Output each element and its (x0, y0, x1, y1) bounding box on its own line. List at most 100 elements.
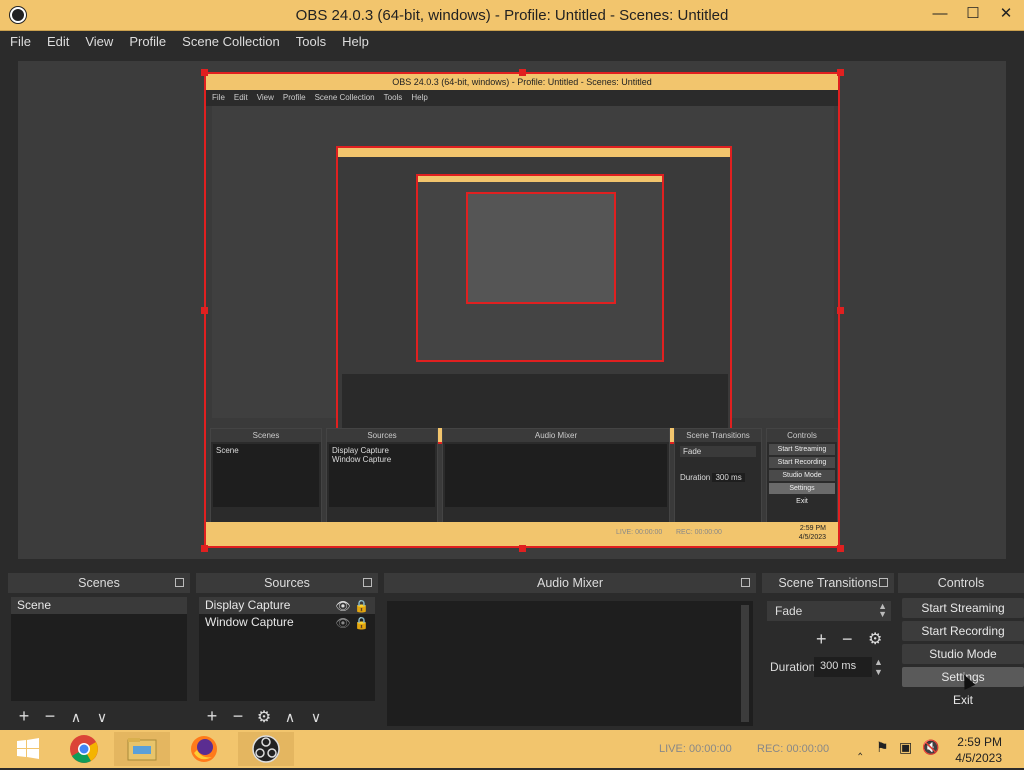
gear-icon[interactable]: ⚙ (251, 706, 277, 730)
nested-title: OBS 24.0.3 (64-bit, windows) - Profile: … (206, 74, 838, 90)
transition-select[interactable]: Fade ▲ ▼ (767, 601, 891, 621)
nested-transition-area: Fade Duration 300 ms (677, 444, 759, 507)
move-down-icon[interactable]: ∨ (303, 705, 329, 729)
start-streaming-button[interactable]: Start Streaming (902, 598, 1024, 618)
float-icon[interactable] (741, 578, 750, 587)
spinner-icon[interactable]: ▲ ▼ (874, 657, 883, 677)
live-status: LIVE: 00:00:00 (659, 743, 732, 755)
resize-handle[interactable] (519, 69, 526, 76)
float-icon[interactable] (175, 578, 184, 587)
resize-handle[interactable] (837, 307, 844, 314)
source-list[interactable]: Display Capture 👁 🔒 Window Capture 👁 🔒 (199, 597, 375, 701)
resize-handle[interactable] (519, 545, 526, 552)
scene-list[interactable]: Scene (11, 597, 187, 701)
audio-mixer-header-label: Audio Mixer (537, 576, 603, 590)
menu-edit[interactable]: Edit (37, 31, 75, 49)
move-down-icon[interactable]: ∨ (89, 705, 115, 729)
float-icon[interactable] (879, 578, 888, 587)
sources-header-label: Sources (264, 576, 310, 590)
gear-icon[interactable]: ⚙ (868, 629, 882, 649)
network-icon[interactable]: ▣ (899, 739, 912, 756)
nested-mixer-dock: Audio Mixer (442, 428, 670, 524)
move-up-icon[interactable]: ∧ (277, 705, 303, 729)
menu-tools[interactable]: Tools (286, 31, 332, 49)
chevron-up-icon[interactable]: ‸ (858, 740, 862, 756)
nested-source-list: Display Capture Window Capture (329, 444, 435, 507)
nested-live-status: LIVE: 00:00:00 (616, 529, 663, 536)
nested-dock-header: Audio Mixer (443, 429, 669, 442)
resize-handle[interactable] (201, 69, 208, 76)
start-recording-button[interactable]: Start Recording (902, 621, 1024, 641)
add-icon[interactable]: + (11, 704, 37, 728)
nested-menu-item: View (256, 93, 274, 102)
scene-transitions-header: Scene Transitions (762, 573, 894, 593)
mixer-scrollbar[interactable] (741, 605, 749, 722)
nested-control-button: Settings (769, 483, 835, 494)
menu-file[interactable]: File (0, 31, 37, 49)
nested-scene-list: Scene (213, 444, 319, 507)
add-icon[interactable]: + (816, 629, 827, 650)
controls-header-label: Controls (937, 576, 985, 590)
scenes-header: Scenes (8, 573, 190, 593)
sources-toolbar: + − ⚙ ∧ ∨ (199, 704, 329, 728)
file-explorer-icon[interactable] (114, 732, 170, 766)
nested-source-item: Window Capture (332, 455, 392, 464)
windows-start-icon[interactable] (0, 732, 56, 766)
move-up-icon[interactable]: ∧ (63, 705, 89, 729)
menu-help[interactable]: Help (332, 31, 375, 49)
lock-icon[interactable]: 🔒 (354, 599, 369, 613)
source-item-window-capture[interactable]: Window Capture 👁 🔒 (199, 614, 375, 631)
add-icon[interactable]: + (199, 704, 225, 728)
obs-taskbar-icon[interactable] (238, 732, 294, 766)
scene-item[interactable]: Scene (11, 597, 187, 614)
menu-view[interactable]: View (75, 31, 119, 49)
nested-controls-dock: Controls Start Streaming Start Recording… (766, 428, 838, 524)
sources-dock: Sources Display Capture 👁 🔒 Window Captu… (196, 573, 378, 730)
nested-menu-item: File (212, 93, 225, 102)
remove-icon[interactable]: − (37, 704, 63, 728)
scenes-dock: Scenes Scene + − ∧ ∨ (8, 573, 190, 730)
clock-date: 4/5/2023 (955, 751, 1002, 765)
resize-handle[interactable] (201, 307, 208, 314)
resize-handle[interactable] (837, 69, 844, 76)
nested-dock-header: Controls (767, 429, 837, 442)
duration-input[interactable]: 300 ms (814, 657, 872, 677)
nested-menu-item: Help (411, 93, 428, 102)
resize-handle[interactable] (837, 545, 844, 552)
source-item-display-capture[interactable]: Display Capture 👁 🔒 (199, 597, 375, 614)
nested-dock-header: Scene Transitions (675, 429, 761, 442)
clock-time: 2:59 PM (957, 735, 1002, 749)
firefox-icon[interactable] (176, 732, 232, 766)
flag-icon[interactable]: ⚑ (876, 739, 889, 756)
maximize-button[interactable]: ☐ (960, 3, 986, 25)
lock-icon[interactable]: 🔒 (354, 616, 369, 630)
nested-menu-item: Scene Collection (314, 93, 375, 102)
remove-icon[interactable]: − (842, 629, 853, 650)
scene-transitions-dock: Scene Transitions Fade ▲ ▼ + − ⚙ Duration… (762, 573, 894, 730)
exit-button[interactable]: Exit (902, 690, 1024, 710)
chrome-icon[interactable] (56, 732, 112, 766)
audio-mixer-area[interactable] (387, 601, 753, 726)
audio-mixer-header: Audio Mixer (384, 573, 756, 593)
nested-duration-label: Duration (680, 473, 711, 482)
minimize-button[interactable]: — (927, 3, 953, 25)
nested-capture-level-2 (336, 146, 732, 444)
studio-mode-button[interactable]: Studio Mode (902, 644, 1024, 664)
system-clock[interactable]: 2:59 PM 4/5/2023 (955, 734, 1002, 766)
remove-icon[interactable]: − (225, 704, 251, 728)
close-button[interactable]: ✕ (993, 3, 1019, 25)
nested-title-bar (418, 176, 662, 182)
nested-duration-value: 300 ms (712, 473, 745, 482)
nested-menu-item: Edit (233, 93, 248, 102)
float-icon[interactable] (363, 578, 372, 587)
eye-hidden-icon[interactable]: 👁 (335, 616, 350, 630)
source-label: Window Capture (205, 615, 294, 629)
menu-scene-collection[interactable]: Scene Collection (172, 31, 286, 49)
nested-sources-dock: Sources Display Capture Window Capture (326, 428, 438, 524)
eye-icon[interactable]: 👁 (335, 599, 350, 613)
resize-handle[interactable] (201, 545, 208, 552)
volume-muted-icon[interactable]: 🔇 (922, 739, 939, 756)
display-capture-preview[interactable]: OBS 24.0.3 (64-bit, windows) - Profile: … (204, 72, 840, 548)
nested-docks (342, 374, 728, 428)
menu-profile[interactable]: Profile (119, 31, 172, 49)
